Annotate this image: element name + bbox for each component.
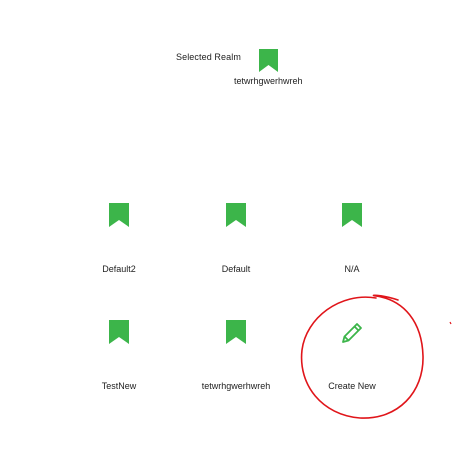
pencil-icon [342, 323, 362, 343]
create-new-label: Create New [328, 381, 376, 391]
realm-name: N/A [344, 264, 360, 274]
bookmark-icon [259, 49, 278, 72]
selected-realm-label: Selected Realm [176, 52, 241, 62]
bookmark-icon [226, 320, 246, 344]
bookmark-icon [109, 320, 129, 344]
realm-name: TestNew [101, 381, 137, 391]
realm-name: Default [221, 264, 251, 274]
bookmark-icon [109, 203, 129, 227]
realm-tile-default2[interactable]: Default2 [59, 203, 179, 293]
realm-tile-na[interactable]: N/A [292, 203, 412, 293]
create-new-button[interactable]: Create New [292, 320, 412, 410]
realm-name: tetwrhgwerhwreh [201, 381, 271, 391]
selected-realm-name: tetwrhgwerhwreh [234, 76, 303, 86]
bookmark-icon [342, 203, 362, 227]
realm-tile-default[interactable]: Default [176, 203, 296, 293]
realm-tile-testnew[interactable]: TestNew [59, 320, 179, 410]
bookmark-icon [226, 203, 246, 227]
realm-tile-tetwrhgwerhwreh[interactable]: tetwrhgwerhwreh [176, 320, 296, 410]
realm-name: Default2 [102, 264, 136, 274]
